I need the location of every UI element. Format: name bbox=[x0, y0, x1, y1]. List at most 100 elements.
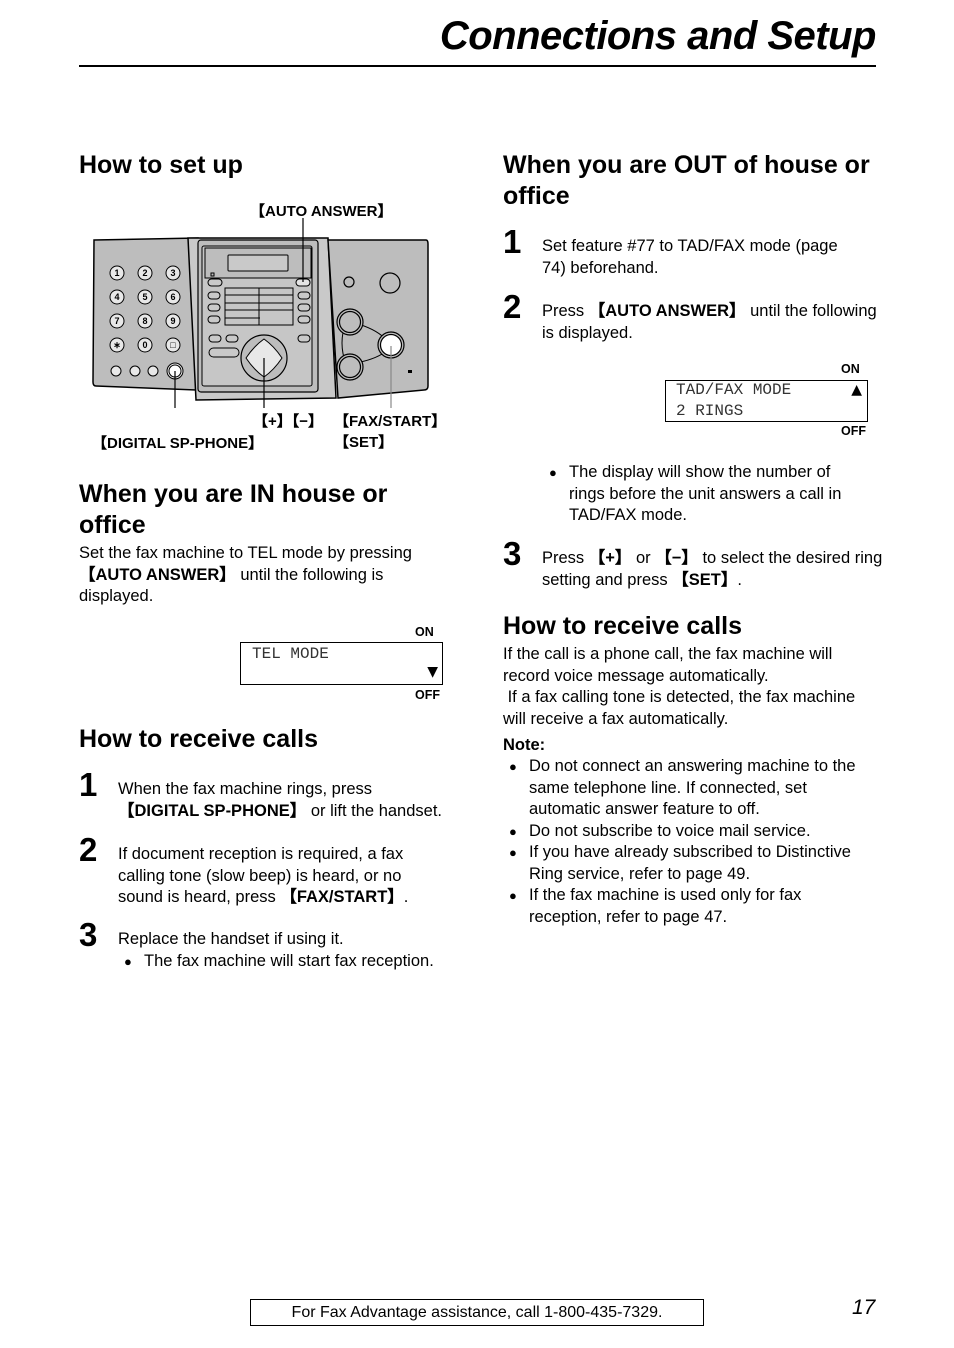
key-fax-start: 【FAX/START】 bbox=[280, 888, 404, 906]
bullet-item: ● The fax machine will start fax recepti… bbox=[118, 951, 434, 973]
text-line: reception, refer to page 47. bbox=[529, 907, 728, 926]
text-line: will receive a fax automatically. bbox=[503, 709, 729, 728]
note-item: ● Do not connect an answering machine to… bbox=[503, 756, 883, 821]
note-list: ● Do not connect an answering machine to… bbox=[503, 756, 883, 928]
text-line: automatic answer feature to off. bbox=[529, 800, 760, 818]
heading-line: office bbox=[79, 511, 146, 539]
text: 74) beforehand. bbox=[542, 258, 659, 277]
page-title: Connections and Setup bbox=[439, 14, 877, 58]
note-item: ● If the fax machine is used only for fa… bbox=[503, 885, 883, 928]
bullet-item: ● The display will show the number of ri… bbox=[543, 462, 841, 527]
text-line: TAD/FAX mode. bbox=[569, 506, 687, 524]
out-step-2-text: Press 【AUTO ANSWER】 until the following … bbox=[542, 301, 877, 344]
keypad-key: 5 bbox=[142, 292, 147, 302]
footer-assistance-box: For Fax Advantage assistance, call 1-800… bbox=[250, 1299, 704, 1326]
keypad-key: □ bbox=[170, 340, 176, 350]
title-divider bbox=[79, 65, 876, 67]
keypad-key: 4 bbox=[114, 292, 119, 302]
text: If you have already subscribed to Distin… bbox=[529, 842, 851, 885]
fax-control-panel-diagram: 1 2 3 4 5 6 7 8 9 ∗ 0 □ bbox=[92, 218, 429, 408]
heading-line: office bbox=[503, 182, 570, 210]
out-step-1-text: Set feature #77 to TAD/FAX mode (page 74… bbox=[542, 236, 838, 279]
text-line: If you have already subscribed to Distin… bbox=[529, 843, 851, 861]
step-number: 1 bbox=[79, 766, 98, 803]
keypad-key: 3 bbox=[170, 268, 175, 278]
text-line: rings before the unit answers a call in bbox=[569, 484, 842, 503]
key-auto-answer: 【AUTO ANSWER】 bbox=[588, 302, 746, 320]
lcd-off-label: OFF bbox=[841, 424, 866, 438]
keypad-key: 9 bbox=[170, 316, 175, 326]
label-set: 【SET】 bbox=[334, 434, 394, 451]
step-number: 3 bbox=[503, 535, 522, 572]
lcd-on-label: ON bbox=[841, 362, 860, 376]
bullet-icon: ● bbox=[509, 759, 517, 774]
step-number: 2 bbox=[503, 288, 522, 325]
text: displayed. bbox=[79, 587, 154, 605]
note-item: ● Do not subscribe to voice mail service… bbox=[503, 821, 883, 843]
panel-display bbox=[227, 254, 289, 272]
key-auto-answer: 【AUTO ANSWER】 bbox=[79, 565, 236, 584]
bullet-icon: ● bbox=[509, 888, 517, 903]
text: . bbox=[403, 888, 409, 906]
label-digital-sp-phone: 【DIGITAL SP-PHONE】 bbox=[92, 435, 264, 452]
page-number: 17 bbox=[852, 1296, 876, 1319]
text: Press bbox=[542, 302, 589, 320]
in-house-instructions: Set the fax machine to TEL mode by press… bbox=[79, 543, 459, 608]
step-1-text: When the fax machine rings, press 【DIGIT… bbox=[118, 779, 442, 822]
text: is displayed. bbox=[542, 323, 633, 342]
key-set: 【SET】 bbox=[672, 570, 738, 589]
lcd-line-1: TAD/FAX MODE bbox=[676, 381, 792, 399]
up-arrow-icon: ▲ bbox=[851, 382, 862, 398]
text: until the following is bbox=[235, 565, 384, 584]
text-line: If the call is a phone call, the fax mac… bbox=[503, 645, 833, 663]
lcd-display-tad-fax-mode: TAD/FAX MODE 2 RINGS ▲ bbox=[665, 380, 868, 422]
lcd-line-1: TEL MODE bbox=[252, 645, 329, 663]
keypad-key: 8 bbox=[142, 316, 147, 326]
bullet-icon: ● bbox=[509, 845, 517, 860]
text: setting and press bbox=[542, 570, 673, 589]
section-heading-in-house: When you are IN house or office bbox=[79, 479, 387, 541]
text-line: If a fax calling tone is detected, the f… bbox=[503, 688, 856, 706]
section-heading-how-to-set-up: How to set up bbox=[79, 151, 243, 179]
lcd-display-tel-mode: TEL MODE ▼ bbox=[240, 642, 443, 685]
step-3-text: Replace the handset if using it. bbox=[118, 929, 344, 951]
text: If document reception is required, a fax bbox=[118, 845, 404, 863]
text-line: If the fax machine is used only for fax bbox=[529, 886, 802, 904]
heading-line: When you are IN house or bbox=[79, 480, 388, 508]
text-line: Ring service, refer to page 49. bbox=[529, 864, 751, 883]
heading-line: When you are OUT of house or bbox=[503, 151, 870, 179]
text-line: same telephone line. If connected, set bbox=[529, 778, 807, 797]
step-2-text: If document reception is required, a fax… bbox=[118, 844, 408, 909]
section-heading-receive-calls: How to receive calls bbox=[79, 725, 319, 753]
text-line: Do not connect an answering machine to t… bbox=[529, 757, 856, 775]
text: to select the desired ring bbox=[697, 549, 883, 567]
text: . bbox=[737, 570, 742, 589]
label-plus-minus: 【+】【−】 bbox=[253, 413, 324, 430]
bullet-icon: ● bbox=[124, 954, 132, 969]
text-line: Do not subscribe to voice mail service. bbox=[529, 821, 811, 840]
section-heading-out-of-house: When you are OUT of house or office bbox=[503, 150, 870, 212]
bullet-icon: ● bbox=[549, 465, 557, 480]
label-fax-start: 【FAX/START】 bbox=[334, 413, 447, 430]
bullet-icon: ● bbox=[509, 823, 517, 839]
keypad-key: 2 bbox=[142, 268, 147, 278]
text: or lift the handset. bbox=[306, 801, 442, 820]
step-number: 1 bbox=[503, 223, 522, 260]
out-step-3-text: Press 【+】 or 【−】 to select the desired r… bbox=[542, 548, 882, 591]
lcd-on-label: ON bbox=[415, 625, 434, 639]
note-item: ● If you have already subscribed to Dist… bbox=[503, 842, 883, 885]
text: The display will show the number of ring… bbox=[569, 462, 841, 527]
text: The fax machine will start fax reception… bbox=[144, 952, 434, 970]
text: Replace the handset if using it. bbox=[118, 930, 344, 948]
keypad-key: 7 bbox=[114, 316, 119, 326]
key-digital-sp-phone: 【DIGITAL SP-PHONE】 bbox=[118, 801, 307, 820]
text: until the following bbox=[745, 302, 877, 320]
text: Set feature #77 to TAD/FAX mode (page bbox=[542, 237, 838, 255]
step-number: 3 bbox=[79, 916, 98, 953]
text-line: record voice message automatically. bbox=[503, 666, 769, 685]
text: Do not connect an answering machine to t… bbox=[529, 756, 856, 821]
section-heading-receive-calls-right: How to receive calls bbox=[503, 612, 743, 640]
key-minus: 【−】 bbox=[655, 549, 698, 567]
keypad-key: ∗ bbox=[113, 340, 121, 350]
step-number: 2 bbox=[79, 831, 98, 868]
